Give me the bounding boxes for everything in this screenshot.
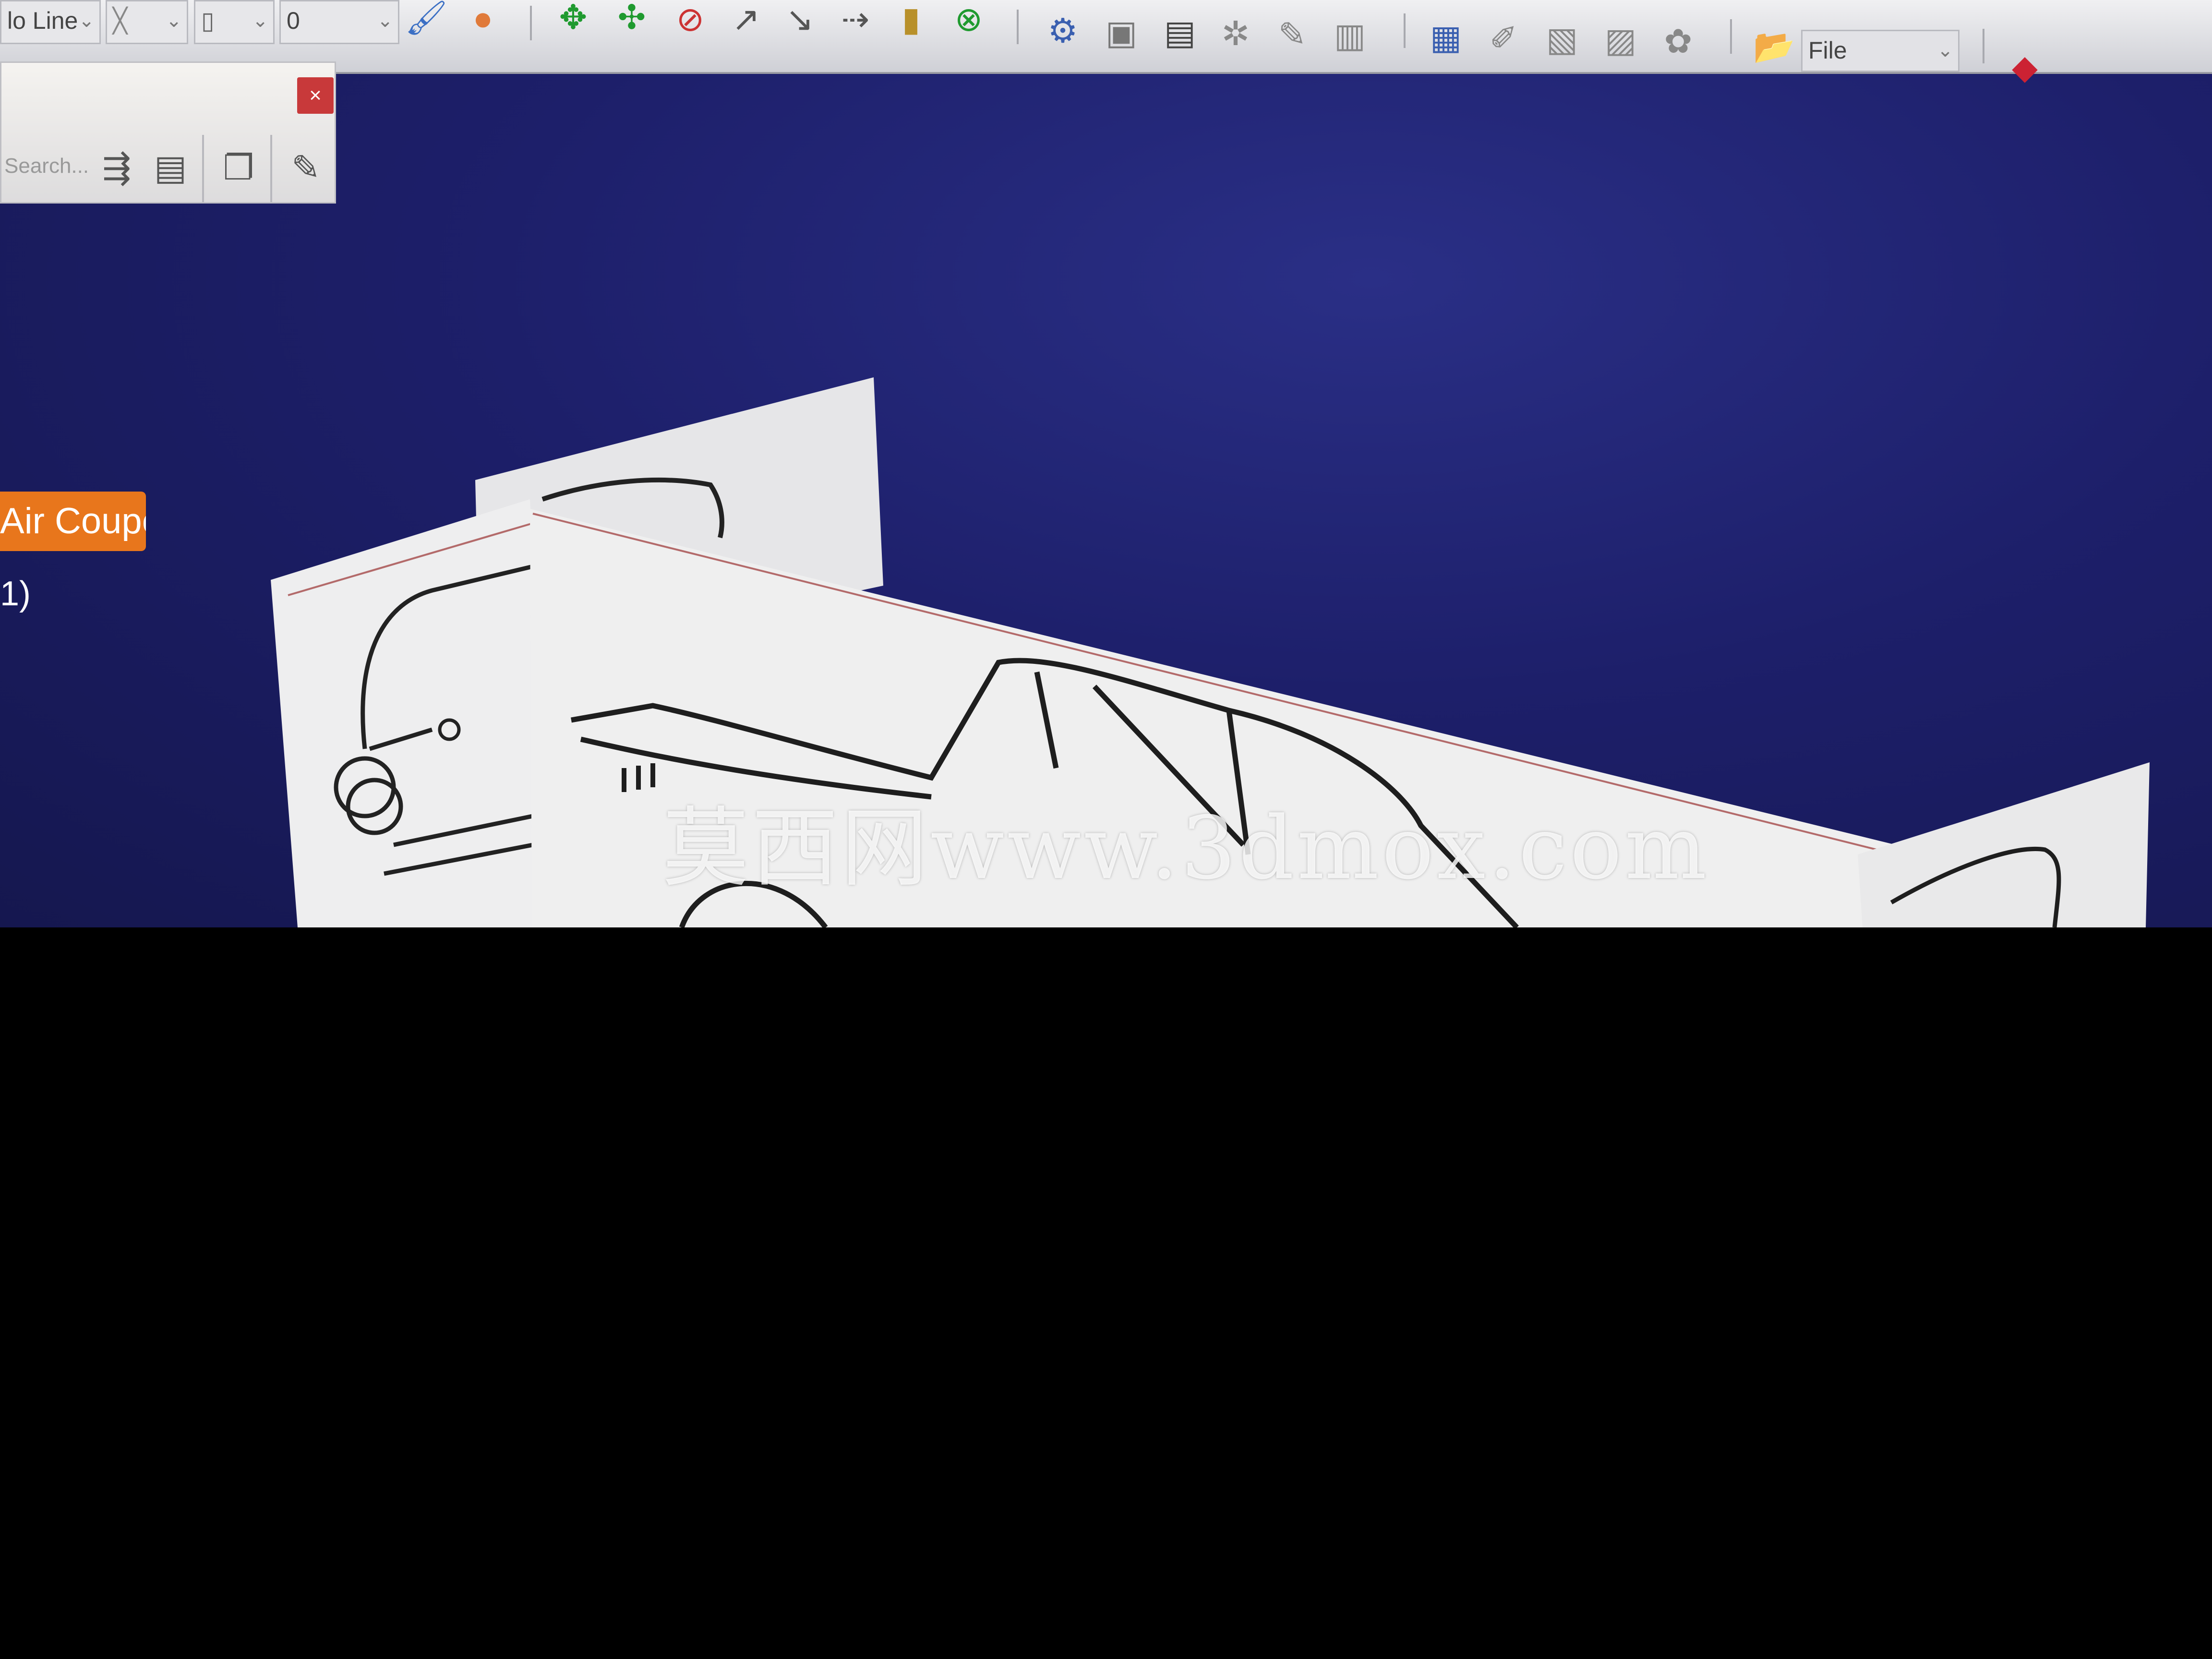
layer-value: 0 [287, 7, 300, 34]
chevron-down-icon: ⌄ [166, 10, 182, 31]
edit-icon[interactable]: ✐ [1481, 16, 1526, 60]
tree-item[interactable]: 1) [0, 574, 31, 613]
clipboard-icon[interactable]: ▦ [1424, 15, 1468, 60]
no-select-icon[interactable]: ⊗ [947, 0, 991, 41]
file-combo-label: File [1808, 37, 1847, 64]
chevron-down-icon: ⌄ [1937, 40, 1953, 61]
layer-combo[interactable]: 0 ⌄ [279, 0, 399, 44]
settings-icon[interactable]: ✲ [1214, 12, 1258, 56]
toolbar-separator [1404, 13, 1406, 48]
tree-search-panel: × Search... ⇶ ▤ ❐ ✎ [0, 61, 336, 204]
edit-icon[interactable]: ✎ [1270, 12, 1314, 57]
chevron-down-icon: ⌄ [252, 10, 268, 31]
toolbar-separator [1983, 29, 1984, 63]
database-icon[interactable]: ▤ [146, 144, 194, 192]
no-rotate-icon[interactable]: ⊘ [668, 0, 712, 41]
point-icon[interactable]: ↗ [724, 0, 768, 41]
edit-icon[interactable]: ✎ [282, 144, 330, 192]
cad-viewport[interactable]: 莫西网www.3dmox.com lo Line ⌄ ╳ ⌄ ▯ ⌄ 0 ⌄ 🖌… [0, 0, 2212, 927]
ruler-icon[interactable]: ▮ [889, 0, 933, 41]
document-icon[interactable]: ▤ [1158, 11, 1202, 55]
box-icon[interactable]: ▧ [1540, 17, 1584, 61]
panel-separator [270, 135, 272, 202]
chevron-down-icon: ⌄ [377, 10, 393, 31]
tree-item-selected[interactable]: Air Coupe [0, 492, 146, 551]
toolbar-separator [1017, 10, 1019, 44]
color-combo[interactable]: ▯ ⌄ [194, 0, 275, 44]
color-palette-icon[interactable]: ● [461, 0, 505, 40]
rotate-icon[interactable]: ✣ [610, 0, 654, 39]
gear-icon[interactable]: ✿ [1656, 19, 1700, 63]
color-swatch-icon: ▯ [201, 7, 215, 34]
blueprint-plane-right [1858, 762, 2150, 927]
search-input[interactable]: Search... [1, 140, 96, 192]
blueprint-plane-front [271, 499, 552, 927]
filter-icon[interactable]: ⇶ [93, 144, 141, 192]
folder-icon[interactable]: 📂 [1752, 25, 1796, 69]
close-icon: × [309, 84, 322, 107]
chevron-down-icon: ⌄ [78, 10, 95, 31]
document-icon[interactable]: ▥ [1328, 13, 1372, 58]
pan-icon[interactable]: ✥ [551, 0, 595, 39]
line-weight-icon: ╳ [113, 7, 128, 34]
file-combo[interactable]: File ⌄ [1801, 30, 1960, 72]
gear-icon[interactable]: ⚙ [1041, 9, 1085, 53]
painter-icon[interactable]: 🖌 [404, 0, 448, 40]
align-icon[interactable]: ⇢ [833, 0, 878, 41]
box-icon[interactable]: ▨ [1599, 18, 1643, 62]
toolbar-separator [1730, 19, 1732, 54]
panel-separator [202, 135, 204, 202]
arrow-icon[interactable]: ↘ [778, 0, 822, 41]
line-style-combo[interactable]: lo Line ⌄ [0, 0, 101, 44]
clipboard-icon[interactable]: ▣ [1099, 11, 1143, 55]
close-button[interactable]: × [297, 77, 334, 114]
line-style-value: lo Line [7, 7, 78, 34]
copy-icon[interactable]: ❐ [215, 144, 263, 192]
line-weight-combo[interactable]: ╳ ⌄ [106, 0, 188, 44]
box-icon[interactable]: ◆ [2003, 45, 2047, 89]
watermark-text: 莫西网www.3dmox.com [662, 798, 1710, 899]
toolbar-separator [530, 6, 532, 40]
